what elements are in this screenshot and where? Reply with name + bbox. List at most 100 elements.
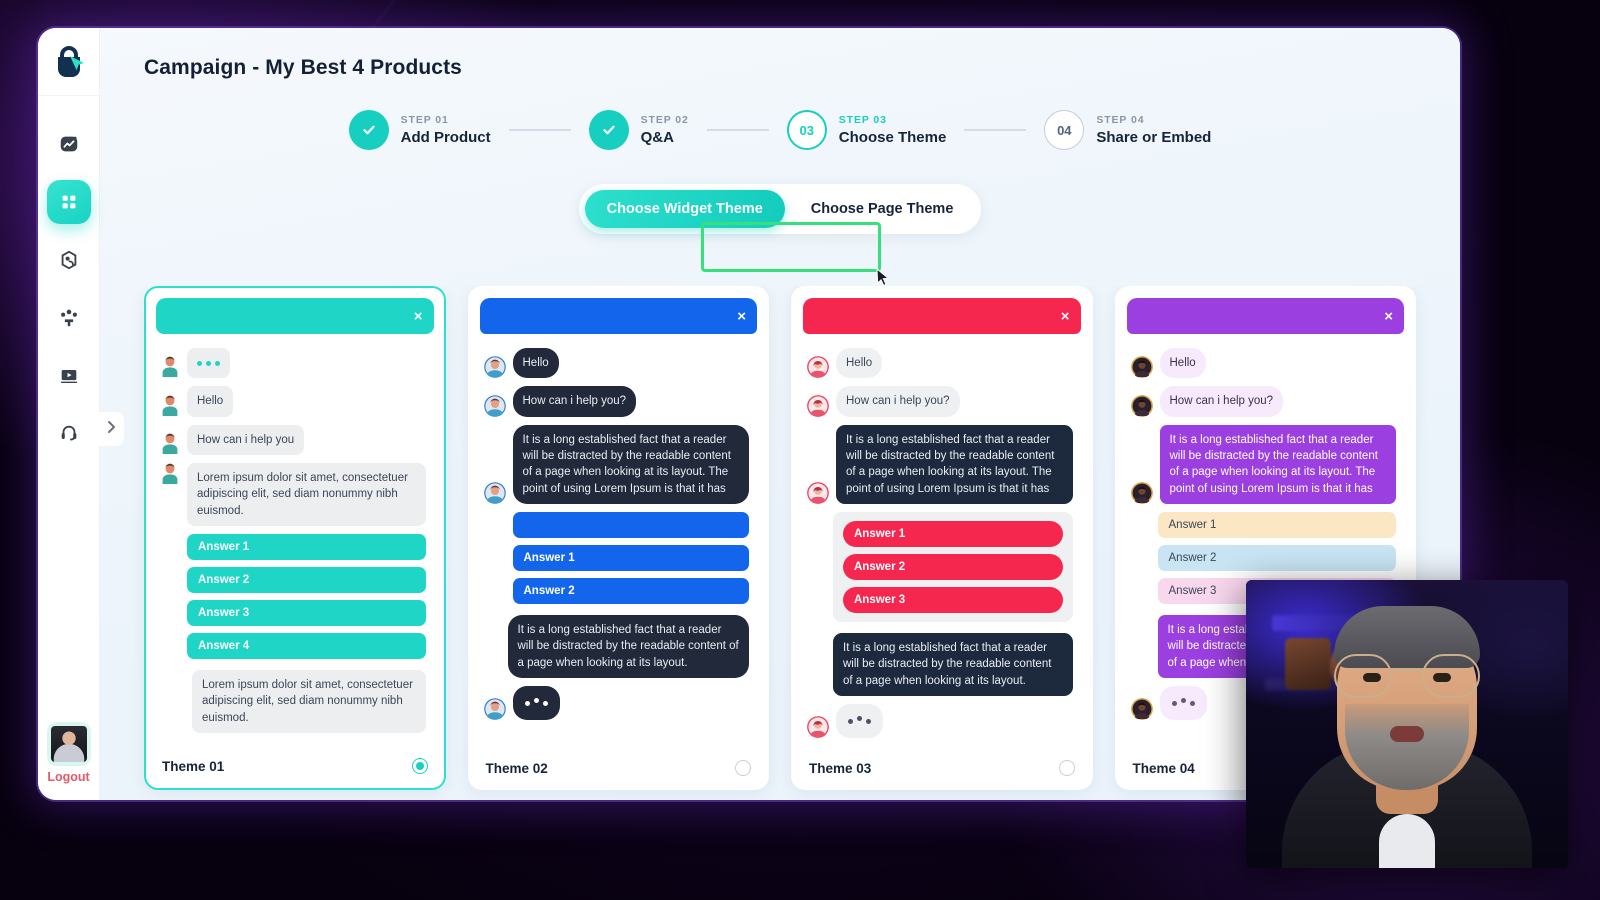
theme-scope-toggle: Choose Widget Theme Choose Page Theme: [100, 184, 1460, 234]
sidebar-profile[interactable]: Logout: [46, 722, 91, 784]
answer-options: Answer 1 Answer 2 Answer 3: [833, 511, 1073, 622]
widget-preview: × Hello How can i help you Lorem ipsum d…: [156, 298, 434, 746]
sidebar-collapse-button[interactable]: [98, 412, 124, 446]
step-add-product[interactable]: STEP 01 Add Product: [348, 110, 491, 150]
avatar-circle-male-icon: [483, 482, 506, 504]
answer-option[interactable]: Answer 1: [1157, 511, 1396, 538]
theme-card-footer: Theme 03: [803, 748, 1081, 790]
typing-indicator: [836, 703, 883, 739]
chat-row: [483, 685, 750, 721]
answer-option[interactable]: Answer 3: [187, 599, 426, 626]
sidebar-item-support[interactable]: [47, 412, 91, 456]
close-icon[interactable]: ×: [414, 309, 423, 324]
chat-bubble: How can i help you?: [836, 386, 960, 417]
answer-option[interactable]: Answer 1: [512, 544, 749, 571]
avatar-flat-male-icon: [162, 395, 178, 416]
step-badge: 04: [1044, 110, 1085, 150]
chat-row: How can i help you: [160, 424, 426, 455]
avatar-circle-male-icon: [483, 356, 506, 379]
chat-bubble: Hello: [836, 348, 883, 379]
answer-option[interactable]: Answer 4: [187, 632, 426, 659]
theme-label: Theme 04: [1132, 760, 1195, 776]
step-kicker: STEP 04: [1096, 113, 1145, 126]
answer-option[interactable]: Answer 1: [187, 533, 426, 560]
answer-option[interactable]: Answer 2: [1157, 544, 1396, 571]
presenter-collar: [1379, 814, 1435, 868]
widget-header: ×: [803, 298, 1081, 334]
puzzle-icon: [58, 249, 80, 271]
answer-option[interactable]: [512, 511, 749, 538]
answer-option[interactable]: Answer 2: [843, 553, 1063, 580]
step-share-or-embed[interactable]: 04 STEP 04 Share or Embed: [1044, 110, 1211, 150]
chat-row: Hello: [1130, 348, 1397, 379]
close-icon[interactable]: ×: [1384, 309, 1393, 324]
theme-card-footer: Theme 02: [480, 748, 758, 790]
chat-bubble: It is a long established fact that a rea…: [512, 424, 749, 504]
avatar-flat-male-icon: [162, 463, 178, 484]
theme-card-theme-02[interactable]: × Hello How can i help you? It is a long…: [467, 286, 769, 791]
chat-row: How can i help you?: [1130, 386, 1397, 417]
theme-card-footer: Theme 01: [156, 746, 434, 788]
chat-row: Hello: [160, 386, 426, 417]
sidebar-item-videos[interactable]: [47, 354, 91, 398]
brand-logo[interactable]: [38, 28, 99, 96]
theme-label: Theme 01: [162, 758, 225, 774]
theme-card-theme-01[interactable]: × Hello How can i help you Lorem ipsum d…: [144, 286, 446, 791]
chat-bubble: It is a long established fact that a rea…: [836, 424, 1073, 504]
close-icon[interactable]: ×: [1061, 309, 1070, 324]
answer-option[interactable]: Answer 3: [843, 586, 1063, 613]
chat-bubble: Lorem ipsum dolor sit amet, consectetuer…: [187, 462, 426, 526]
chat-bubble: Hello: [1159, 348, 1206, 379]
step-name: Choose Theme: [838, 128, 947, 146]
logout-label[interactable]: Logout: [47, 770, 89, 784]
step-connector: [964, 129, 1027, 131]
close-icon[interactable]: ×: [737, 309, 746, 324]
answer-option[interactable]: Answer 2: [187, 566, 426, 593]
mouse-cursor-icon: [876, 267, 891, 293]
avatar[interactable]: [46, 722, 91, 766]
step-badge: 03: [786, 110, 827, 150]
chat-bubble: It is a long established fact that a rea…: [1159, 424, 1396, 504]
avatar-flat-male-icon: [162, 433, 178, 454]
avatar-circle-female-gold-icon: [1130, 394, 1153, 417]
step-qa[interactable]: STEP 02 Q&A: [588, 110, 689, 150]
avatar-circle-female-gold-icon: [1130, 356, 1153, 379]
step-connector: [706, 129, 769, 131]
user-avatar-photo: [50, 726, 87, 762]
presenter-glasses: [1332, 654, 1482, 700]
choose-page-theme-tab[interactable]: Choose Page Theme: [789, 190, 976, 228]
answer-option[interactable]: Answer 1: [843, 520, 1063, 547]
video-player-icon: [58, 365, 80, 387]
typing-indicator: [1159, 685, 1207, 721]
presenter-webcam-overlay: [1246, 580, 1568, 868]
chat-row: [160, 348, 426, 379]
sidebar-item-analytics[interactable]: [47, 122, 91, 166]
chat-row: [807, 703, 1073, 739]
presenter-mouth: [1390, 726, 1424, 742]
theme-radio[interactable]: [735, 760, 751, 777]
step-badge: [588, 110, 629, 150]
sidebar-item-campaigns[interactable]: [46, 180, 91, 224]
chat-row: How can i help you?: [807, 386, 1073, 417]
widget-header: ×: [156, 298, 434, 334]
avatar-circle-female-icon: [807, 716, 829, 739]
chat-preview: Hello How can i help you Lorem ipsum dol…: [156, 334, 434, 746]
theme-radio[interactable]: [411, 758, 428, 775]
chat-bubble: It is a long established fact that a rea…: [833, 632, 1073, 696]
sidebar-nav: [46, 122, 91, 722]
chat-row: Hello: [483, 348, 750, 379]
theme-card-theme-03[interactable]: × Hello How can i help you? It is a long…: [791, 286, 1093, 791]
step-choose-theme[interactable]: 03 STEP 03 Choose Theme: [786, 110, 947, 150]
avatar-circle-male-icon: [483, 394, 506, 417]
chevron-right-icon: [106, 420, 117, 439]
typing-dots-icon: [848, 715, 871, 724]
chat-preview: Hello How can i help you? It is a long e…: [480, 334, 758, 748]
chat-bubble: How can i help you?: [512, 386, 637, 417]
answer-option[interactable]: Answer 2: [512, 577, 749, 604]
sidebar-item-integrations[interactable]: [47, 238, 91, 282]
theme-radio[interactable]: [1058, 760, 1075, 777]
page-title: Campaign - My Best 4 Products: [144, 56, 462, 79]
sidebar-item-audience[interactable]: [47, 296, 91, 340]
choose-widget-theme-tab[interactable]: Choose Widget Theme: [584, 190, 785, 228]
typing-dots-icon: [197, 361, 220, 366]
